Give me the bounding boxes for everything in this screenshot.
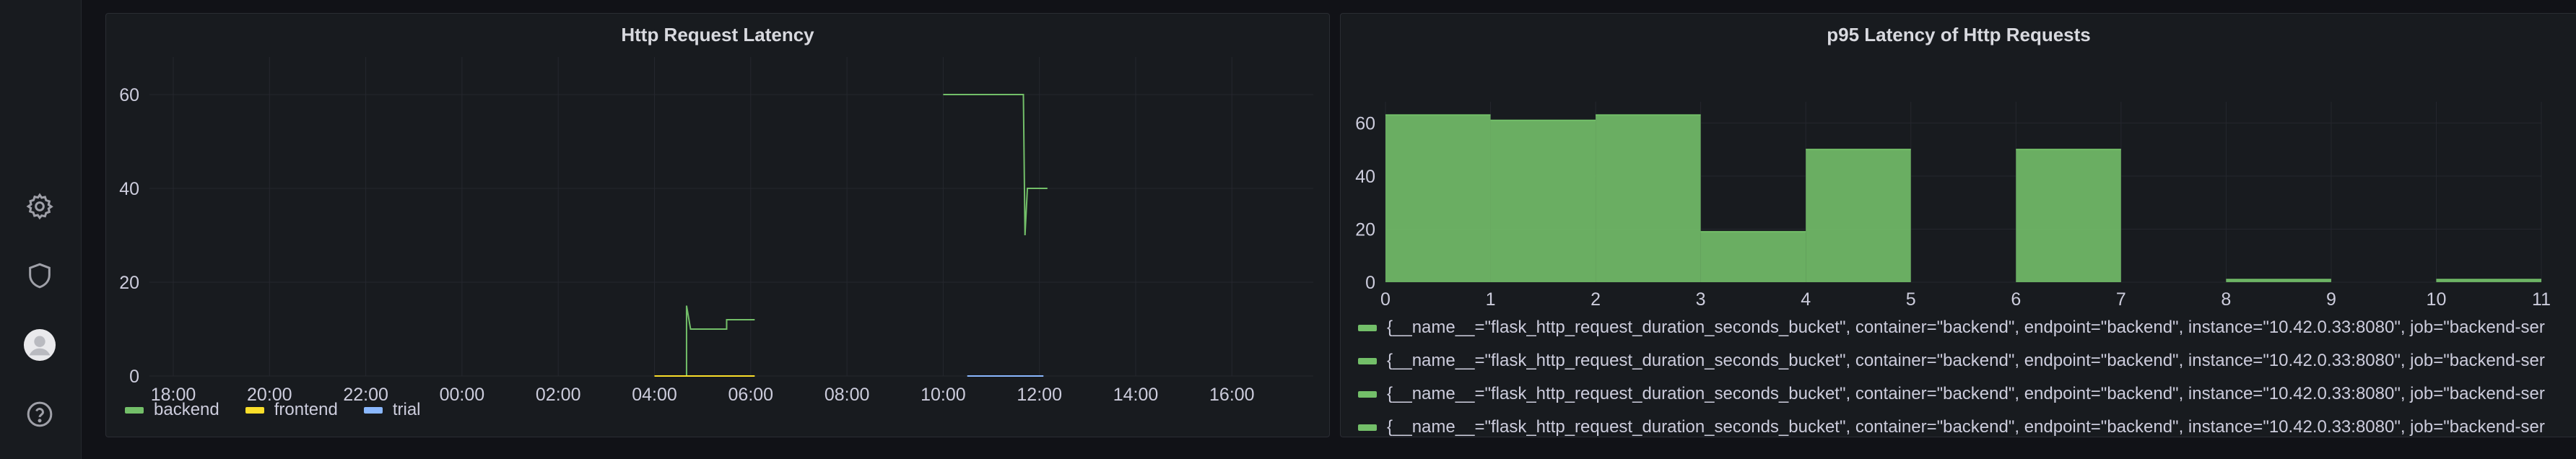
legend-label: frontend xyxy=(274,400,338,419)
x-tick-label: 6 xyxy=(2011,289,2021,310)
legend-swatch xyxy=(363,406,383,414)
x-tick-label: 10:00 xyxy=(921,385,966,405)
x-tick-label: 11 xyxy=(2532,289,2551,310)
x-tick-label: 2 xyxy=(1591,289,1601,310)
legend-label: {__name__="flask_http_request_duration_s… xyxy=(1387,384,2545,403)
shield-icon[interactable] xyxy=(23,259,56,292)
legend-swatch xyxy=(1358,424,1377,431)
sidebar xyxy=(0,0,82,459)
legend-swatch xyxy=(125,406,144,414)
help-icon[interactable] xyxy=(23,398,56,431)
legend-swatch xyxy=(1358,357,1377,364)
legend-swatch xyxy=(1358,390,1377,398)
legend-item-backend[interactable]: backend xyxy=(125,400,219,420)
series-line-backend xyxy=(685,305,755,376)
legend-item[interactable]: {__name__="flask_http_request_duration_s… xyxy=(1358,311,2545,344)
legend-label: {__name__="flask_http_request_duration_s… xyxy=(1387,318,2545,337)
x-tick-label: 9 xyxy=(2326,289,2336,310)
latency-line-chart: 020406018:00 20:00 22:00 00:00 02:00 04:00 06:… xyxy=(119,57,1313,405)
x-tick-label: 02:00 xyxy=(536,385,581,405)
bar xyxy=(1806,149,1911,282)
legend-item[interactable]: {__name__="flask_http_request_duration_s… xyxy=(1358,377,2545,411)
legend-item-trial[interactable]: trial xyxy=(363,400,421,420)
y-tick-label: 40 xyxy=(119,179,139,199)
x-tick-label: 10 xyxy=(2427,289,2447,310)
gear-icon[interactable] xyxy=(23,190,56,223)
y-tick-label: 20 xyxy=(119,273,139,293)
bar xyxy=(1596,115,1701,282)
legend-swatch xyxy=(1358,324,1377,331)
y-tick-label: 40 xyxy=(1355,167,1375,187)
x-tick-label: 1 xyxy=(1486,289,1496,310)
bar xyxy=(1490,120,1596,282)
chart-legend: backend frontend trial xyxy=(125,400,421,420)
legend-label: trial xyxy=(392,400,421,419)
http-latency-panel: Http Request Latency 0 20 40 60 18:00 20:00 22… xyxy=(105,13,1330,437)
bar xyxy=(1700,232,1806,282)
legend-swatch xyxy=(245,406,264,414)
x-tick-label: 8 xyxy=(2221,289,2231,310)
p95-bar-chart: 0 20 40 60 0 1 2 3 4 5 6 7 8 9 10 11 xyxy=(1355,102,2551,310)
bar xyxy=(2016,149,2121,282)
legend-label: {__name__="flask_http_request_duration_s… xyxy=(1387,417,2545,437)
y-tick-label: 60 xyxy=(1355,113,1375,134)
x-tick-label: 06:00 xyxy=(728,385,774,405)
y-tick-label: 0 xyxy=(1365,273,1375,293)
series-line-backend xyxy=(943,94,1048,236)
user-avatar[interactable] xyxy=(23,328,56,362)
x-tick-label: 12:00 xyxy=(1017,385,1062,405)
legend-item-frontend[interactable]: frontend xyxy=(245,400,338,420)
p95-latency-panel: p95 Latency of Http Requests 0 20 40 60 0 1 2 3… xyxy=(1340,13,2576,437)
x-tick-label: 0 xyxy=(1380,289,1391,310)
y-tick-label: 60 xyxy=(119,85,139,105)
x-tick-label: 3 xyxy=(1696,289,1706,310)
x-tick-label: 16:00 xyxy=(1209,385,1255,405)
y-tick-label: 20 xyxy=(1355,219,1375,240)
legend-label: backend xyxy=(154,400,219,419)
x-tick-label: 14:00 xyxy=(1113,385,1159,405)
x-tick-label: 5 xyxy=(1906,289,1916,310)
x-tick-label: 08:00 xyxy=(824,385,870,405)
x-tick-label: 4 xyxy=(1801,289,1811,310)
chart-legend: {__name__="flask_http_request_duration_s… xyxy=(1358,311,2545,437)
y-tick-label: 0 xyxy=(129,367,139,387)
legend-item[interactable]: {__name__="flask_http_request_duration_s… xyxy=(1358,344,2545,377)
legend-label: {__name__="flask_http_request_duration_s… xyxy=(1387,351,2545,370)
x-tick-label: 00:00 xyxy=(440,385,485,405)
x-tick-label: 04:00 xyxy=(632,385,677,405)
x-tick-label: 7 xyxy=(2116,289,2126,310)
bar xyxy=(1385,115,1491,282)
legend-item[interactable]: {__name__="flask_http_request_duration_s… xyxy=(1358,411,2545,437)
